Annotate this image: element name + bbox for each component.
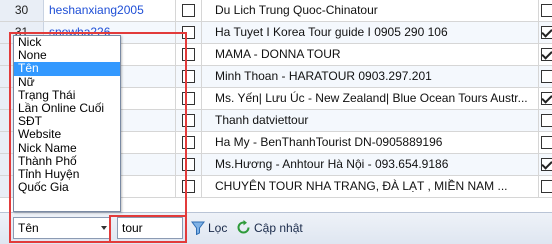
row-checkbox[interactable] (182, 26, 195, 39)
display-name: Ms.Hương - Anhtour Hà Nội - 093.654.9186 (202, 154, 539, 175)
row-checkbox-cell (176, 176, 202, 197)
status-checkbox-cell (539, 88, 552, 109)
row-checkbox-cell (176, 44, 202, 65)
filter-toolbar: Tên Lọc Cập nhật (0, 212, 552, 244)
row-checkbox[interactable] (182, 70, 195, 83)
row-checkbox[interactable] (182, 92, 195, 105)
search-input[interactable] (117, 217, 183, 239)
row-checkbox-cell (176, 110, 202, 131)
field-dropdown-list[interactable]: Nick None Tên Nữ Trạng Thái Lần Online Cuối SĐ… (13, 35, 121, 212)
row-checkbox-cell (176, 132, 202, 153)
status-checkbox[interactable] (541, 70, 552, 83)
row-checkbox-cell (176, 0, 202, 21)
dropdown-option[interactable]: Thành Phố (14, 154, 120, 168)
funnel-icon (191, 221, 205, 236)
display-name: CHUYÊN TOUR NHA TRANG, ĐÀ LẠT , MIỀN NAM… (202, 176, 539, 197)
display-name: Minh Thoan - HARATOUR 0903.297.201 (202, 66, 539, 87)
status-checkbox-cell (539, 44, 552, 65)
display-name: Ha Tuyet I Korea Tour guide I 0905 290 1… (202, 22, 539, 43)
dropdown-option[interactable]: Tên (14, 62, 120, 76)
row-checkbox-cell (176, 66, 202, 87)
status-checkbox-cell (539, 0, 552, 21)
row-checkbox[interactable] (182, 4, 195, 17)
row-checkbox-cell (176, 22, 202, 43)
dropdown-option[interactable]: Website (14, 128, 120, 141)
status-checkbox-cell (539, 132, 552, 153)
display-name: Du Lich Trung Quoc-Chinatour (202, 0, 539, 21)
status-checkbox-cell (539, 154, 552, 175)
refresh-icon (237, 220, 250, 234)
filter-button-label: Lọc (208, 221, 228, 235)
row-checkbox[interactable] (182, 136, 195, 149)
filter-button[interactable]: Lọc (191, 219, 227, 237)
display-name: Ha My - BenThanhTourist DN-0905889196 (202, 132, 539, 153)
status-checkbox[interactable] (541, 48, 552, 61)
display-name: MAMA - DONNA TOUR (202, 44, 539, 65)
username-link[interactable]: heshanxiang2005 (44, 0, 176, 21)
row-number: 30 (0, 0, 44, 21)
dropdown-option[interactable]: Trạng Thái (14, 88, 120, 102)
status-checkbox[interactable] (541, 180, 552, 193)
chevron-down-icon[interactable] (101, 226, 107, 230)
row-checkbox[interactable] (182, 180, 195, 193)
row-checkbox-cell (176, 154, 202, 175)
status-checkbox-cell (539, 22, 552, 43)
status-checkbox-cell (539, 66, 552, 87)
row-checkbox-cell (176, 88, 202, 109)
update-button-label: Cập nhật (254, 221, 303, 235)
status-checkbox[interactable] (541, 158, 552, 171)
row-checkbox[interactable] (182, 48, 195, 61)
status-checkbox[interactable] (541, 136, 552, 149)
table-row[interactable]: 30 heshanxiang2005 Du Lich Trung Quoc-Chin… (0, 0, 552, 22)
update-button[interactable]: Cập nhật (236, 219, 303, 237)
display-name: Ms. Yến| Lưu Úc - New Zealand| Blue Ocea… (202, 88, 539, 109)
field-select[interactable]: Tên (13, 217, 110, 239)
row-checkbox[interactable] (182, 158, 195, 171)
status-checkbox[interactable] (541, 114, 552, 127)
dropdown-option[interactable]: Nick Name (14, 141, 120, 155)
row-checkbox[interactable] (182, 114, 195, 127)
dropdown-items: Nick None Tên Nữ Trạng Thái Lần Online Cuối SĐ… (14, 35, 120, 194)
dropdown-option[interactable]: Nữ (14, 75, 120, 89)
field-select-value: Tên (18, 221, 39, 235)
status-checkbox[interactable] (541, 4, 552, 17)
status-checkbox[interactable] (541, 92, 552, 105)
status-checkbox[interactable] (541, 26, 552, 39)
dropdown-option[interactable]: Quốc Gia (14, 180, 120, 194)
display-name: Thanh datviettour (202, 110, 539, 131)
status-checkbox-cell (539, 176, 552, 197)
status-checkbox-cell (539, 110, 552, 131)
